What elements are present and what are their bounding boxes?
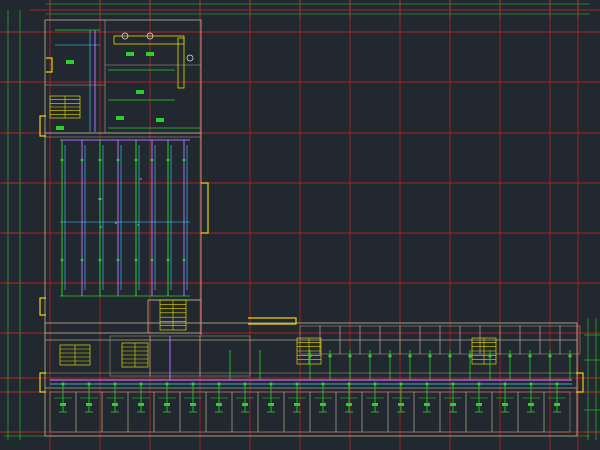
fixture-symbol	[398, 403, 404, 406]
valve-symbol	[328, 354, 332, 358]
window-bay	[46, 57, 53, 73]
valve-symbol	[80, 258, 84, 262]
valve-symbol	[347, 382, 351, 386]
fixture-symbol	[60, 403, 66, 406]
window-bay	[201, 182, 209, 234]
floor-plan-drawing: 3 7 10 8 5	[0, 0, 600, 450]
valve-symbol	[321, 382, 325, 386]
fixture-symbol	[502, 403, 508, 406]
service-shaft	[177, 37, 185, 89]
valve-symbol	[80, 158, 84, 162]
annotation-label: 5	[140, 177, 142, 181]
annotation-label: 3	[100, 225, 102, 229]
valve-symbol	[134, 158, 138, 162]
valve-symbol	[116, 158, 120, 162]
valve-symbol	[528, 354, 532, 358]
valve-symbol	[399, 382, 403, 386]
fixture-symbol	[476, 403, 482, 406]
valve-symbol	[448, 354, 452, 358]
valve-symbol	[269, 382, 273, 386]
annotation-label: 7	[137, 223, 139, 227]
service-room	[109, 335, 151, 377]
fixture-symbol	[372, 403, 378, 406]
valve-symbol	[182, 158, 186, 162]
fixture-symbol	[156, 118, 164, 122]
building-walls	[44, 19, 578, 437]
fixture-symbol	[86, 403, 92, 406]
valve-symbol	[61, 382, 65, 386]
valve-symbol	[166, 158, 170, 162]
fixture-symbol	[138, 403, 144, 406]
valve-symbol	[388, 354, 392, 358]
valve-symbol	[191, 382, 195, 386]
valve-symbol	[425, 382, 429, 386]
valve-symbol	[98, 258, 102, 262]
valve-symbol	[428, 354, 432, 358]
fixture-symbol	[294, 403, 300, 406]
valve-symbol	[116, 258, 120, 262]
valve-symbol	[451, 382, 455, 386]
valve-symbol	[182, 258, 186, 262]
fixture-symbol	[66, 60, 74, 64]
fixture-symbol	[216, 403, 222, 406]
fixture-symbol	[164, 403, 170, 406]
service-room	[199, 335, 251, 377]
valve-symbol	[150, 258, 154, 262]
dimension-lines	[4, 0, 600, 440]
valve-symbol	[548, 354, 552, 358]
valve-symbol	[468, 354, 472, 358]
fixture-symbol	[450, 403, 456, 406]
valve-symbol	[308, 354, 312, 358]
valve-symbol	[166, 258, 170, 262]
fixture-symbol	[126, 52, 134, 56]
fixture-symbol	[136, 90, 144, 94]
valve-symbol	[295, 382, 299, 386]
fixture-symbol	[554, 403, 560, 406]
valve-symbol	[113, 382, 117, 386]
valve-symbol	[217, 382, 221, 386]
valve-symbol	[165, 382, 169, 386]
fixture-symbols	[56, 32, 572, 406]
valve-symbol	[503, 382, 507, 386]
fixture-symbol	[186, 54, 194, 62]
valve-symbol	[150, 158, 154, 162]
annotation-label: 8	[115, 221, 117, 225]
valve-symbol	[134, 258, 138, 262]
fixture-symbol	[146, 52, 154, 56]
fixture-symbol	[242, 403, 248, 406]
service-shaft	[113, 35, 185, 45]
stairwells	[49, 35, 497, 368]
room-partitions	[49, 325, 581, 433]
valve-symbol	[373, 382, 377, 386]
fixture-symbol	[112, 403, 118, 406]
valve-symbol	[488, 354, 492, 358]
valve-symbol	[508, 354, 512, 358]
fixture-symbol	[528, 403, 534, 406]
valve-symbol	[555, 382, 559, 386]
valve-symbol	[60, 258, 64, 262]
fixture-symbol	[190, 403, 196, 406]
valve-symbol	[243, 382, 247, 386]
valve-symbol	[139, 382, 143, 386]
window-marks	[39, 57, 584, 393]
valve-symbol	[568, 354, 572, 358]
service-room	[149, 335, 201, 377]
annotation-label: 10	[98, 197, 102, 201]
valve-symbol	[477, 382, 481, 386]
annotation-labels: 3 7 10 8 5	[98, 177, 142, 229]
fixture-symbol	[116, 116, 124, 120]
valve-symbol	[368, 354, 372, 358]
valve-symbol	[408, 354, 412, 358]
fixture-symbol	[346, 403, 352, 406]
valve-symbol	[98, 158, 102, 162]
valve-symbol	[348, 354, 352, 358]
valve-symbol	[87, 382, 91, 386]
fixture-symbol	[424, 403, 430, 406]
fixture-symbol	[320, 403, 326, 406]
valve-symbol	[60, 158, 64, 162]
fixture-symbol	[268, 403, 274, 406]
fixture-symbol	[56, 126, 64, 130]
valve-symbol	[529, 382, 533, 386]
